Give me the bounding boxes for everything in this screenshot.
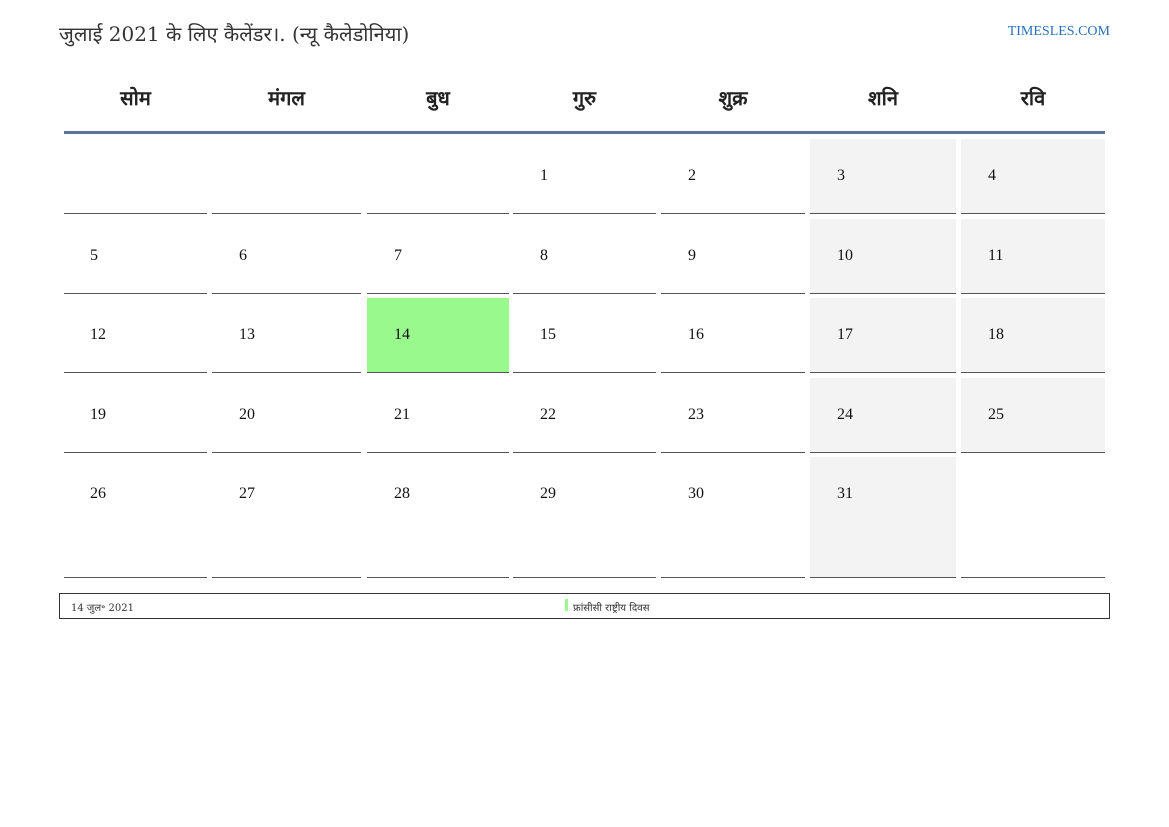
day-number: 6 [239,247,247,264]
day-cell-26[interactable]: 26 [64,457,207,578]
day-cell-12[interactable]: 12 [64,298,207,373]
page-title: जुलाई 2021 के लिए कैलेंडर।. (न्यू कैलेडो… [59,22,410,46]
day-cell-21[interactable]: 21 [367,378,509,453]
day-number: 20 [239,406,255,423]
day-number: 1 [540,167,548,184]
empty-day-cell-mon [64,139,207,214]
day-cell-19[interactable]: 19 [64,378,207,453]
weekday-sun: रवि [1020,86,1046,110]
day-number: 17 [837,326,853,343]
day-number: 7 [394,247,402,264]
day-cell-6[interactable]: 6 [212,219,361,294]
day-number: 29 [540,485,556,502]
weekday-header-row: सोम मंगल बुध गुरु शुक्र शनि रवि [64,84,1105,114]
day-number: 14 [394,326,410,343]
day-number: 9 [688,247,696,264]
day-cell-25[interactable]: 25 [961,378,1105,453]
day-number: 25 [988,406,1004,423]
day-number: 30 [688,485,704,502]
holiday-legend: 14 जुल॰ 2021 फ्रांसीसी राष्ट्रीय दिवस [59,593,1110,619]
day-cell-23[interactable]: 23 [661,378,805,453]
day-number: 3 [837,167,845,184]
header-divider [64,131,1105,134]
day-number: 5 [90,247,98,264]
day-cell-28[interactable]: 28 [367,457,509,578]
day-cell-1[interactable]: 1 [513,139,656,214]
empty-day-cell-tue [212,139,361,214]
day-number: 11 [988,247,1004,264]
day-cell-13[interactable]: 13 [212,298,361,373]
empty-day-cell-wed [367,139,509,214]
weekday-wed: बुध [426,86,450,110]
day-cell-4[interactable]: 4 [961,139,1105,214]
day-cell-3[interactable]: 3 [810,139,956,214]
weekday-sat: शनि [868,86,898,110]
day-cell-2[interactable]: 2 [661,139,805,214]
day-number: 31 [837,485,853,502]
day-number: 10 [837,247,853,264]
day-cell-30[interactable]: 30 [661,457,805,578]
brand-link[interactable]: TIMESLES.COM [1008,24,1110,40]
day-cell-16[interactable]: 16 [661,298,805,373]
day-number: 24 [837,406,853,423]
day-number: 19 [90,406,106,423]
empty-day-cell-sun [961,457,1105,578]
legend-color-swatch [565,599,568,611]
day-number: 13 [239,326,255,343]
weekday-thu: गुरु [572,86,597,110]
day-cell-22[interactable]: 22 [513,378,656,453]
day-cell-8[interactable]: 8 [513,219,656,294]
day-cell-15[interactable]: 15 [513,298,656,373]
day-cell-11[interactable]: 11 [961,219,1105,294]
day-number: 22 [540,406,556,423]
day-number: 27 [239,485,255,502]
day-number: 12 [90,326,106,343]
day-number: 2 [688,167,696,184]
day-number: 26 [90,485,106,502]
day-cell-14[interactable]: 14 [367,298,509,373]
weekday-tue: मंगल [268,86,305,110]
day-cell-17[interactable]: 17 [810,298,956,373]
weekday-fri: शुक्र [718,86,748,110]
day-number: 28 [394,485,410,502]
day-number: 18 [988,326,1004,343]
weekday-mon: सोम [120,86,151,110]
day-cell-9[interactable]: 9 [661,219,805,294]
day-number: 23 [688,406,704,423]
day-cell-10[interactable]: 10 [810,219,956,294]
day-cell-20[interactable]: 20 [212,378,361,453]
day-number: 21 [394,406,410,423]
day-cell-5[interactable]: 5 [64,219,207,294]
day-cell-31[interactable]: 31 [810,457,956,578]
day-cell-27[interactable]: 27 [212,457,361,578]
day-number: 4 [988,167,996,184]
day-cell-29[interactable]: 29 [513,457,656,578]
day-cell-24[interactable]: 24 [810,378,956,453]
legend-date: 14 जुल॰ 2021 [71,603,134,614]
day-number: 15 [540,326,556,343]
day-number: 16 [688,326,704,343]
day-number: 8 [540,247,548,264]
legend-event-name: फ्रांसीसी राष्ट्रीय दिवस [573,603,650,614]
day-cell-7[interactable]: 7 [367,219,509,294]
day-cell-18[interactable]: 18 [961,298,1105,373]
